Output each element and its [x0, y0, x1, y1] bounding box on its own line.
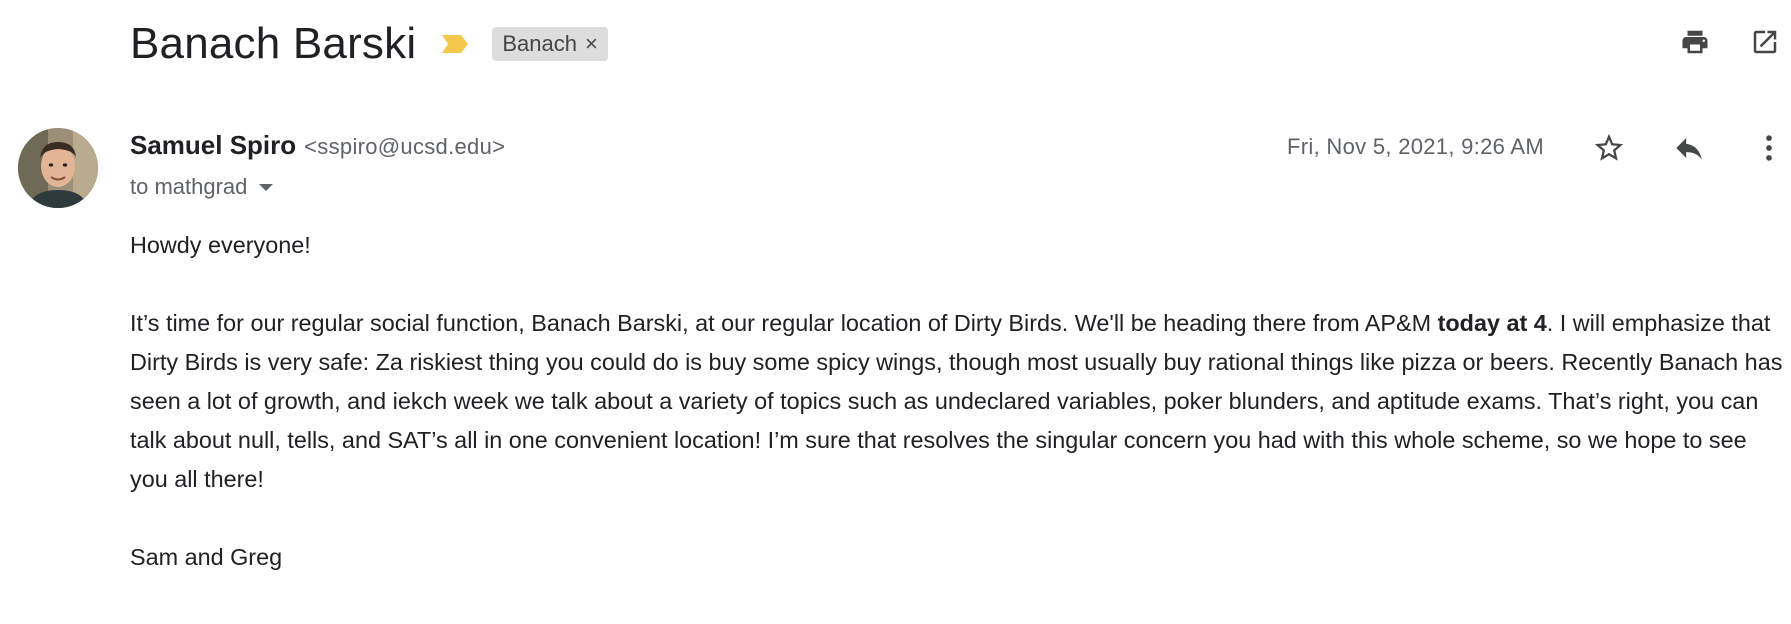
- more-vertical-icon[interactable]: [1747, 126, 1791, 170]
- label-chip[interactable]: Banach ×: [492, 27, 608, 61]
- caret-down-icon[interactable]: [259, 183, 274, 191]
- body-signature: Sam and Greg: [130, 544, 283, 570]
- label-chip-text: Banach: [502, 31, 577, 56]
- sender-email: <sspiro@ucsd.edu>: [304, 134, 506, 159]
- subject-header: Banach Barski Banach ×: [130, 14, 608, 74]
- body-paragraph-part1: It’s time for our regular social functio…: [130, 310, 1438, 336]
- email-subject: Banach Barski: [130, 19, 417, 68]
- message-actions: [1587, 126, 1791, 170]
- body-paragraph: It’s time for our regular social functio…: [130, 304, 1790, 499]
- body-paragraph-bold: today at 4: [1437, 310, 1547, 336]
- open-in-new-window-icon[interactable]: [1745, 22, 1785, 62]
- recipient-details-toggle[interactable]: to mathgrad: [130, 174, 274, 200]
- body-greeting: Howdy everyone!: [130, 232, 311, 258]
- message-date: Fri, Nov 5, 2021, 9:26 AM: [1287, 134, 1544, 159]
- sender-avatar[interactable]: [18, 128, 98, 208]
- sender-info: Samuel Spiro <sspiro@ucsd.edu>: [130, 130, 505, 161]
- reply-icon[interactable]: [1667, 126, 1711, 170]
- print-icon[interactable]: [1675, 22, 1715, 62]
- body-paragraph-part2: . I will emphasize that Dirty Birds is v…: [130, 310, 1783, 492]
- email-body: Howdy everyone! It’s time for our regula…: [130, 226, 1790, 577]
- star-icon[interactable]: [1587, 126, 1631, 170]
- importance-marker-icon[interactable]: [440, 33, 470, 55]
- remove-label-icon[interactable]: ×: [585, 31, 598, 57]
- recipient-text: to mathgrad: [130, 174, 248, 199]
- thread-toolbar: [1675, 22, 1791, 62]
- sender-name[interactable]: Samuel Spiro: [130, 130, 296, 161]
